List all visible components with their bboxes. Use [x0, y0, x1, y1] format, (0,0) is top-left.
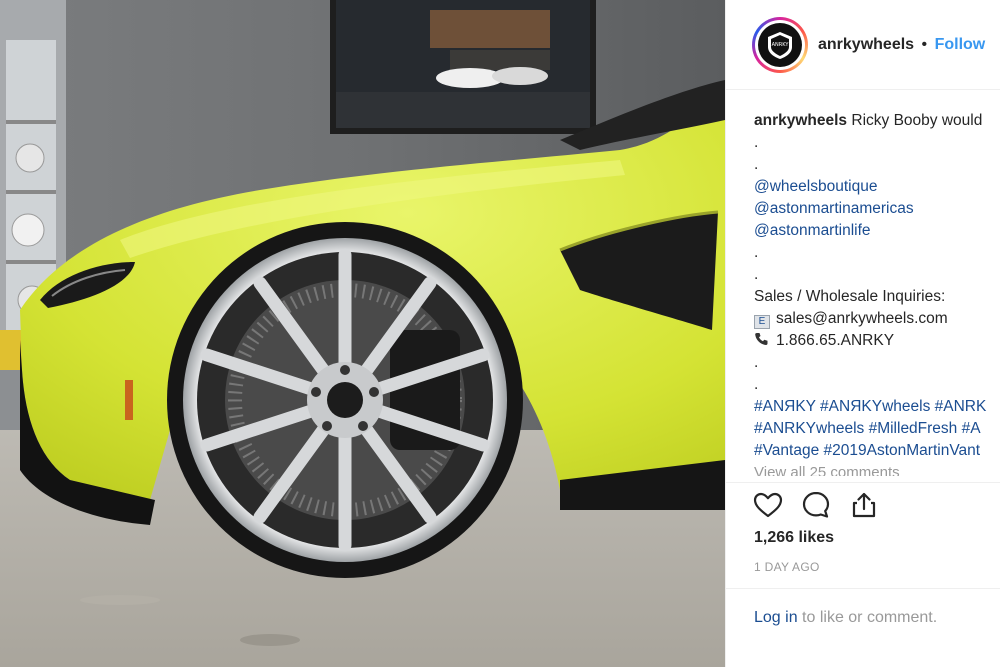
post-actions: 1,266 likes 1 DAY AGO	[726, 482, 1000, 592]
header-username[interactable]: anrkywheels	[818, 36, 914, 53]
post-sidebar: ANRKY anrkywheels • Follow anrkywheels R…	[725, 0, 1000, 667]
follow-button[interactable]: Follow	[935, 36, 986, 53]
caption-line: .	[754, 376, 759, 393]
likes-count[interactable]: 1,266 likes	[754, 529, 834, 547]
hashtag-line-1[interactable]: #ANЯKY #ANЯKYwheels #ANRK	[754, 398, 986, 415]
caption-text: Ricky Booby would	[851, 112, 983, 129]
post-header: ANRKY anrkywheels • Follow	[726, 0, 1000, 90]
caption-line: .	[754, 156, 759, 173]
heart-icon[interactable]	[752, 489, 784, 521]
separator-dot: •	[921, 36, 928, 53]
car-wheel-photo	[0, 0, 725, 667]
sales-email: sales@anrkywheels.com	[776, 310, 948, 327]
view-all-comments-link[interactable]: View all 25 comments	[754, 464, 900, 476]
caption-line: .	[754, 134, 759, 151]
login-prompt: Log in to like or comment.	[726, 588, 1000, 667]
comment-icon[interactable]	[800, 489, 832, 521]
caption-line: .	[754, 266, 759, 283]
caption-line: .	[754, 354, 759, 371]
avatar[interactable]: ANRKY	[752, 17, 808, 73]
wheel-graphic	[167, 222, 523, 578]
mention-astonmartinlife[interactable]: @astonmartinlife	[754, 222, 871, 239]
mention-wheelsboutique[interactable]: @wheelsboutique	[754, 178, 877, 195]
post-photo[interactable]	[0, 0, 725, 667]
login-link[interactable]: Log in	[754, 609, 798, 626]
sales-inquiries-label: Sales / Wholesale Inquiries:	[754, 288, 946, 305]
telephone-icon	[754, 330, 770, 352]
sales-phone: 1.866.65.ANRKY	[776, 332, 895, 349]
login-prompt-text: to like or comment.	[797, 609, 938, 626]
share-icon[interactable]	[848, 489, 880, 521]
caption-line: .	[754, 244, 759, 261]
mention-astonmartinamericas[interactable]: @astonmartinamericas	[754, 200, 914, 217]
hashtag-line-2[interactable]: #ANRKYwheels #MilledFresh #A	[754, 420, 981, 437]
svg-text:ANRKY: ANRKY	[772, 42, 790, 48]
post-date[interactable]: 1 DAY AGO	[754, 560, 820, 574]
brand-logo-icon: ANRKY	[758, 23, 802, 67]
post-caption: anrkywheels Ricky Booby would . . @wheel…	[754, 110, 1000, 462]
hashtag-line-3[interactable]: #Vantage #2019AstonMartinVant	[754, 442, 980, 459]
caption-username[interactable]: anrkywheels	[754, 112, 847, 129]
e-mail-icon: E	[754, 315, 770, 329]
